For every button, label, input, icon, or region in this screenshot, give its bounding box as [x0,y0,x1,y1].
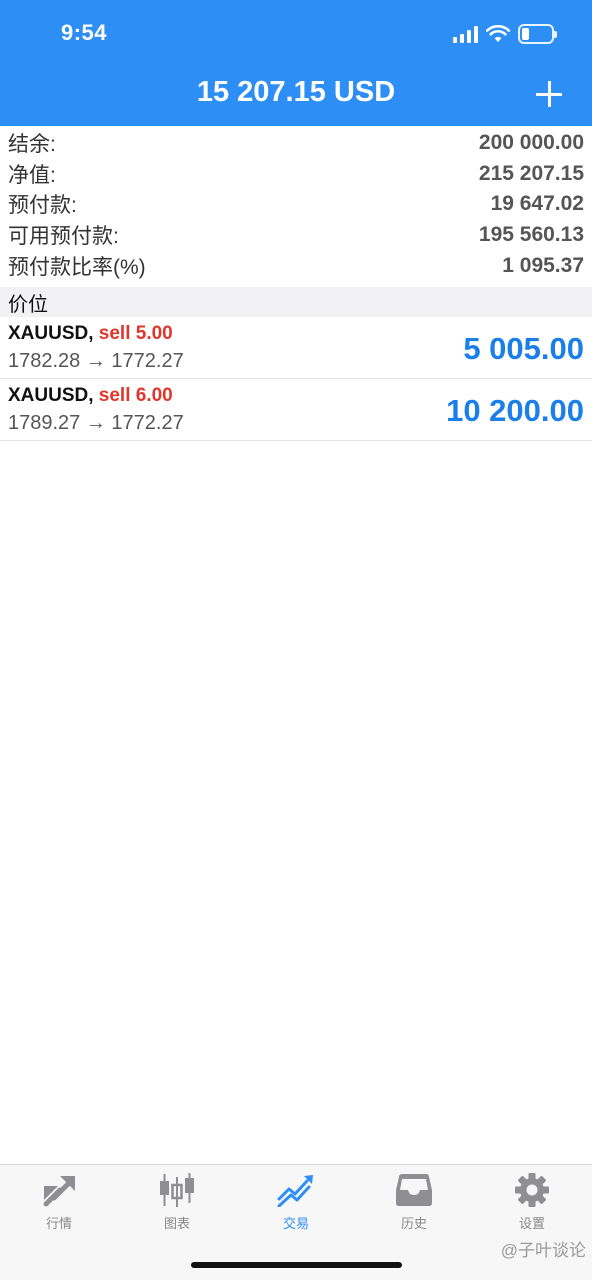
tab-label: 历史 [400,1216,427,1231]
summary-label: 可用预付款: [8,225,119,249]
tab-trade[interactable]: 交易 [237,1173,355,1237]
tab-label: 设置 [518,1216,545,1231]
position-title: XAUUSD, sell 6.00 [8,385,173,407]
summary-label: 预付款比率(%) [8,255,146,279]
summary-value: 19 647.02 [490,192,584,216]
tab-label: 交易 [282,1216,309,1231]
position-symbol: XAUUSD, [8,385,94,406]
summary-label: 净值: [8,163,56,187]
cellular-signal-icon [453,25,478,43]
positions-list: XAUUSD, sell 5.00 1782.28 → 1772.27 5 00… [0,317,592,441]
summary-row-free-margin: 可用预付款: 195 560.13 [0,220,592,251]
home-indicator[interactable] [191,1262,402,1268]
summary-value: 200 000.00 [478,131,584,155]
summary-row-equity: 净值: 215 207.15 [0,159,592,190]
tab-history[interactable]: 历史 [355,1173,473,1237]
position-prices: 1789.27 → 1772.27 [8,412,184,434]
tab-label: 行情 [45,1216,72,1231]
position-prices: 1782.28 → 1772.27 [8,350,184,372]
summary-label: 结余: [8,133,56,157]
position-row[interactable]: XAUUSD, sell 6.00 1789.27 → 1772.27 10 2… [0,379,592,441]
tab-quotes[interactable]: 行情 [0,1173,118,1237]
positions-section-header: 价位 [0,287,592,317]
tab-label: 图表 [163,1216,190,1231]
status-time: 9:54 [61,20,108,45]
battery-icon [518,24,557,44]
plus-icon[interactable] [536,81,562,107]
account-summary: 结余: 200 000.00 净值: 215 207.15 预付款: 19 64… [0,128,592,281]
summary-value: 195 560.13 [478,223,584,247]
position-profit: 5 005.00 [463,331,584,366]
history-inbox-icon [396,1174,432,1206]
summary-row-margin-level: 预付款比率(%) 1 095.37 [0,250,592,281]
settings-gear-icon [515,1173,549,1207]
candlestick-chart-icon [160,1173,194,1207]
trade-trend-icon [277,1175,313,1207]
position-row[interactable]: XAUUSD, sell 5.00 1782.28 → 1772.27 5 00… [0,317,592,379]
position-title: XAUUSD, sell 5.00 [8,323,173,345]
watermark: @子叶谈论 [500,1241,586,1260]
tab-settings[interactable]: 设置 [473,1173,591,1237]
position-type: sell 6.00 [98,385,173,406]
page-title: 15 207.15 USD [196,76,396,108]
summary-value: 215 207.15 [478,161,584,185]
summary-row-margin: 预付款: 19 647.02 [0,189,592,220]
position-type: sell 5.00 [98,323,173,344]
tab-chart[interactable]: 图表 [118,1173,236,1237]
status-icons [453,22,557,46]
wifi-icon [486,25,510,42]
position-profit: 10 200.00 [446,393,584,428]
summary-row-balance: 结余: 200 000.00 [0,128,592,159]
quotes-arrows-icon [43,1176,75,1207]
app-header: 9:54 15 207.15 USD [0,0,592,126]
position-symbol: XAUUSD, [8,323,94,344]
summary-value: 1 095.37 [502,253,584,277]
summary-label: 预付款: [8,194,77,218]
battery-level [522,28,529,40]
